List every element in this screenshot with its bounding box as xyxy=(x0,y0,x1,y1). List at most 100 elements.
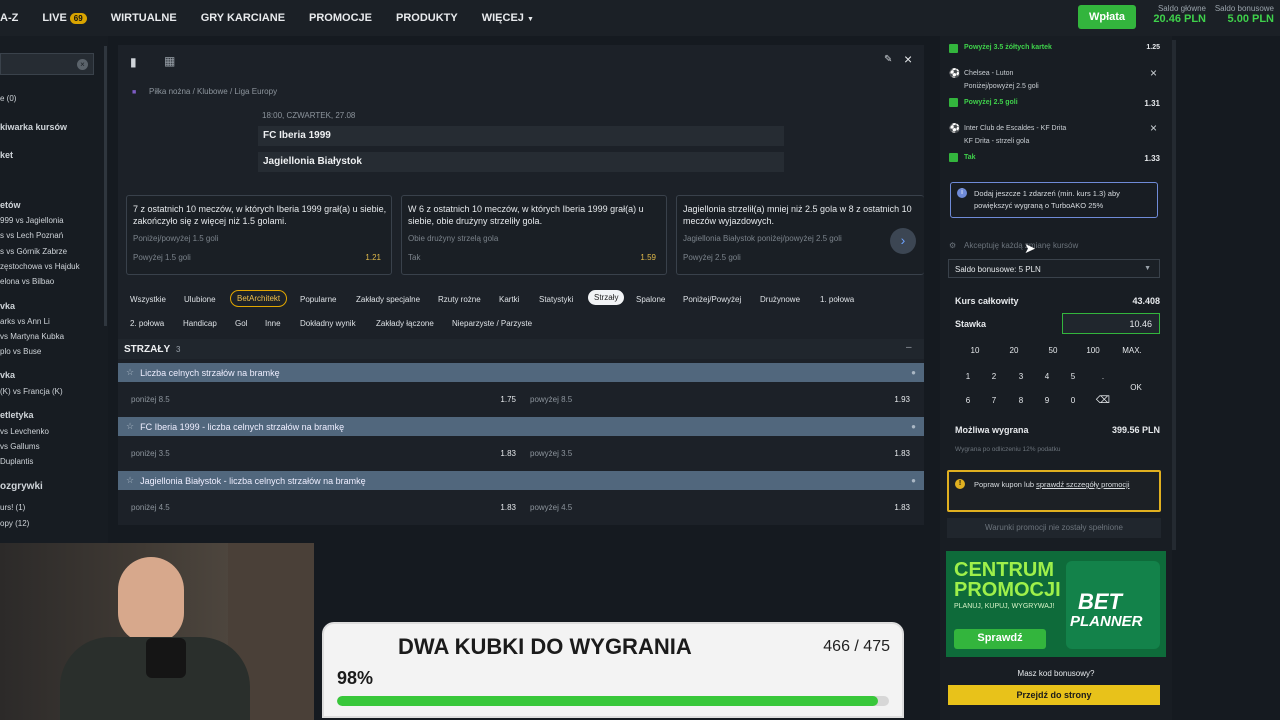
under-odd-button[interactable]: poniżej 4.5 1.83 xyxy=(124,502,516,516)
star-icon[interactable]: ☆ xyxy=(126,367,134,378)
selection-checkbox[interactable] xyxy=(949,153,958,162)
close-icon[interactable]: × xyxy=(904,51,912,67)
keypad-ok-button[interactable]: OK xyxy=(1126,383,1146,392)
balance-select[interactable]: Saldo bonusowe: 5 PLN ▼ xyxy=(948,259,1160,278)
sidebar-item[interactable]: etów xyxy=(0,200,21,210)
sidebar-item[interactable]: vs Levchenko xyxy=(0,427,49,436)
keypad-key[interactable]: 7 xyxy=(984,396,1004,405)
info-icon[interactable]: ● xyxy=(911,422,916,431)
keypad-key[interactable]: 0 xyxy=(1063,396,1083,405)
sidebar-item[interactable]: 999 vs Jagiellonia xyxy=(0,216,64,225)
over-odd-button[interactable]: powyżej 3.5 1.83 xyxy=(524,448,910,462)
tab-first-half[interactable]: 1. połowa xyxy=(820,295,854,304)
tab-odd-even[interactable]: Nieparzyste / Parzyste xyxy=(452,319,532,328)
keypad-key[interactable]: 4 xyxy=(1037,372,1057,381)
tab-offsides[interactable]: Spalone xyxy=(636,295,665,304)
clear-search-icon[interactable]: × xyxy=(77,59,88,70)
nav-a-z[interactable]: A-Z xyxy=(0,12,18,24)
keypad-key[interactable]: 2 xyxy=(984,372,1004,381)
bonus-balance[interactable]: Saldo bonusowe 5.00 PLN xyxy=(1214,4,1274,25)
tab-combined[interactable]: Zakłady łączone xyxy=(376,319,434,328)
remove-selection-icon[interactable]: × xyxy=(1150,66,1157,80)
tab-cards[interactable]: Kartki xyxy=(499,295,519,304)
sidebar-item[interactable]: ozgrywki xyxy=(0,481,43,492)
nav-live[interactable]: LIVE 69 xyxy=(42,12,87,24)
stat-card-odd[interactable]: 1.21 xyxy=(365,253,381,262)
sidebar-item[interactable]: vs Gallums xyxy=(0,442,40,451)
tab-special[interactable]: Zakłady specjalne xyxy=(356,295,420,304)
main-balance[interactable]: Saldo główne 20.46 PLN xyxy=(1148,4,1206,25)
keypad-key[interactable]: 9 xyxy=(1037,396,1057,405)
keypad-key[interactable]: 8 xyxy=(1011,396,1031,405)
sidebar-item[interactable]: plo vs Buse xyxy=(0,347,41,356)
stake-input[interactable]: 10.46 xyxy=(1062,313,1160,334)
over-odd-button[interactable]: powyżej 8.5 1.93 xyxy=(524,394,910,408)
quick-stake-10[interactable]: 10 xyxy=(965,346,985,355)
sidebar-item[interactable]: e (0) xyxy=(0,94,16,103)
sidebar-item[interactable]: vka xyxy=(0,301,15,311)
stat-card[interactable]: W 6 z ostatnich 10 meczów, w których Ibe… xyxy=(401,195,667,275)
under-odd-button[interactable]: poniżej 3.5 1.83 xyxy=(124,448,516,462)
stat-card[interactable]: Jagiellonia strzelił(a) mniej niż 2.5 go… xyxy=(676,195,924,275)
tab-over-under[interactable]: Poniżej/Powyżej xyxy=(683,295,741,304)
keypad-key[interactable]: . xyxy=(1093,372,1113,381)
collapse-icon[interactable]: – xyxy=(906,342,912,353)
over-odd-button[interactable]: powyżej 4.5 1.83 xyxy=(524,502,910,516)
promo-details-link[interactable]: sprawdź szczegóły promocji xyxy=(1036,480,1129,489)
nav-promotions[interactable]: PROMOCJE xyxy=(309,12,372,24)
sidebar-item[interactable]: urs! (1) xyxy=(0,503,25,512)
quick-stake-max[interactable]: MAX. xyxy=(1120,346,1144,355)
sidebar-item[interactable]: vs Martyna Kubka xyxy=(0,332,64,341)
sidebar-item[interactable]: (K) vs Francja (K) xyxy=(0,387,63,396)
quick-stake-20[interactable]: 20 xyxy=(1004,346,1024,355)
sidebar-item[interactable]: s vs Górnik Zabrze xyxy=(0,247,67,256)
nav-card-games[interactable]: GRY KARCIANE xyxy=(201,12,285,24)
tab-handicap[interactable]: Handicap xyxy=(183,319,217,328)
tab-team[interactable]: Drużynowe xyxy=(760,295,800,304)
tab-betarchitekt[interactable]: BetArchitekt xyxy=(230,290,288,307)
info-icon[interactable]: ● xyxy=(911,476,916,485)
sidebar-scrollbar[interactable] xyxy=(104,46,107,326)
tab-all[interactable]: Wszystkie xyxy=(130,295,166,304)
breadcrumb[interactable]: Piłka nożna / Klubowe / Liga Europy xyxy=(149,87,277,96)
sidebar-item[interactable]: s vs Lech Poznań xyxy=(0,231,63,240)
info-icon[interactable]: ● xyxy=(911,368,916,377)
under-odd-button[interactable]: poniżej 8.5 1.75 xyxy=(124,394,516,408)
selection-checkbox[interactable] xyxy=(949,98,958,107)
tab-corners[interactable]: Rzuty rożne xyxy=(438,295,481,304)
tab-stats[interactable]: Statystyki xyxy=(539,295,573,304)
keypad-key[interactable]: 3 xyxy=(1011,372,1031,381)
go-to-page-button[interactable]: Przejdź do strony xyxy=(948,685,1160,705)
sidebar-item[interactable]: opy (12) xyxy=(0,519,29,528)
selection-checkbox[interactable] xyxy=(949,44,958,53)
next-arrow-icon[interactable]: › xyxy=(890,228,916,254)
sidebar-item[interactable]: zęstochowa vs Hajduk xyxy=(0,262,80,271)
tab-second-half[interactable]: 2. połowa xyxy=(130,319,164,328)
sidebar-item[interactable]: arks vs Ann Li xyxy=(0,317,50,326)
tab-goal[interactable]: Gol xyxy=(235,319,247,328)
market-header[interactable]: ☆ FC Iberia 1999 - liczba celnych strzał… xyxy=(118,417,924,436)
tab-favorites[interactable]: Ulubione xyxy=(184,295,216,304)
pin-icon[interactable]: ✎ xyxy=(884,54,892,65)
betslip-scrollbar[interactable] xyxy=(1172,40,1176,550)
tab-exact-score[interactable]: Dokładny wynik xyxy=(300,319,356,328)
nav-products[interactable]: PRODUKTY xyxy=(396,12,458,24)
nav-virtual[interactable]: WIRTUALNE xyxy=(111,12,177,24)
keypad-key[interactable]: 6 xyxy=(958,396,978,405)
star-icon[interactable]: ☆ xyxy=(126,421,134,432)
stats-chart-icon[interactable]: ▮ xyxy=(130,55,137,69)
star-icon[interactable]: ☆ xyxy=(126,475,134,486)
section-header[interactable]: STRZAŁY 3 – xyxy=(118,339,924,359)
gear-icon[interactable]: ⚙ xyxy=(949,241,956,250)
keypad-key[interactable]: 1 xyxy=(958,372,978,381)
quick-stake-50[interactable]: 50 xyxy=(1043,346,1063,355)
remove-selection-icon[interactable]: × xyxy=(1150,121,1157,135)
sidebar-item[interactable]: elona vs Bilbao xyxy=(0,277,54,286)
stat-card-odd[interactable]: 1.59 xyxy=(640,253,656,262)
field-view-icon[interactable]: ▦ xyxy=(164,54,175,68)
tab-other[interactable]: Inne xyxy=(265,319,281,328)
market-header[interactable]: ☆ Jagiellonia Białystok - liczba celnych… xyxy=(118,471,924,490)
stat-card[interactable]: 7 z ostatnich 10 meczów, w których Iberi… xyxy=(126,195,392,275)
quick-stake-100[interactable]: 100 xyxy=(1083,346,1103,355)
tab-popular[interactable]: Popularne xyxy=(300,295,336,304)
